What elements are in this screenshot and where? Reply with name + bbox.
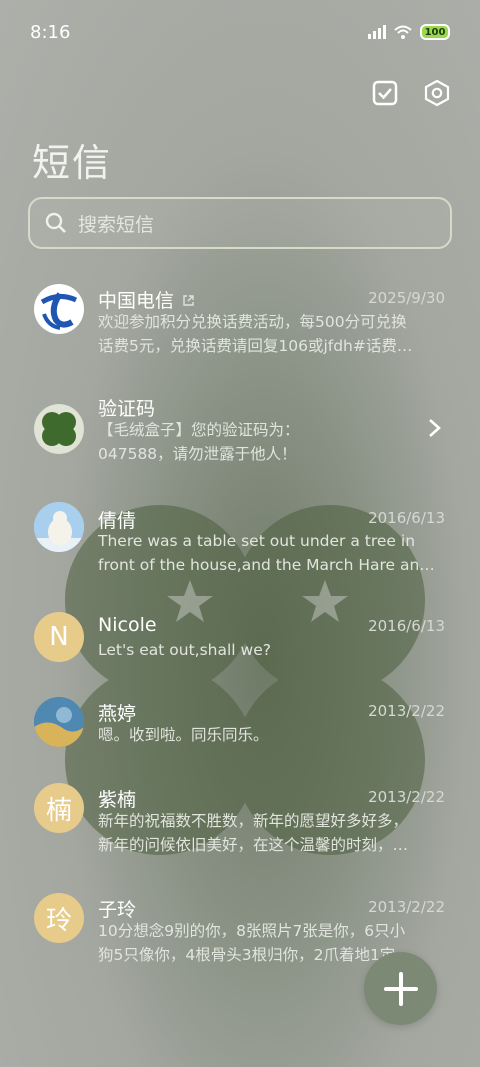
avatar: 楠 <box>34 783 84 833</box>
message-date: 2025/9/30 <box>368 289 445 307</box>
select-button[interactable] <box>370 78 400 108</box>
contact-name: 燕婷 <box>98 703 137 725</box>
preview-line: Let's eat out,shall we? <box>98 641 271 659</box>
preview-line: 欢迎参加积分兑换话费活动，每500分可兑换 <box>98 313 407 331</box>
avatar <box>34 284 84 334</box>
message-date: 2013/2/22 <box>368 702 445 720</box>
page-title: 短信 <box>32 141 113 185</box>
preview-line: 【毛绒盒子】您的验证码为： <box>98 421 300 439</box>
clover-avatar-image <box>34 404 84 454</box>
conversation-item[interactable]: 验证码 【毛绒盒子】您的验证码为： 047588，请勿泄露于他人！ <box>0 392 480 482</box>
avatar <box>34 502 84 552</box>
message-date: 2016/6/13 <box>368 617 445 635</box>
avatar: 玲 <box>34 893 84 943</box>
preview-line: 嗯。收到啦。同乐同乐。 <box>98 726 269 744</box>
chevron-right-icon[interactable] <box>424 418 444 438</box>
checkbox-icon <box>372 80 398 106</box>
preview-line: 新年的问候依旧美好，在这个温馨的时刻，… <box>98 836 409 854</box>
status-bar: 8:16 100 <box>0 0 480 64</box>
status-icons: 100 <box>368 24 450 40</box>
signal-icon <box>368 25 386 39</box>
preview-line: 话费5元，兑换话费请回复106或jfdh#话费… <box>98 337 413 355</box>
preview-line: There was a table set out under a tree i… <box>98 532 416 550</box>
photo-avatar-image <box>34 697 84 747</box>
status-time: 8:16 <box>30 21 71 43</box>
china-telecom-logo-icon <box>35 285 83 333</box>
contact-name: 中国电信 <box>98 286 195 313</box>
avatar: N <box>34 612 84 662</box>
contact-name: 验证码 <box>98 398 156 420</box>
battery-icon: 100 <box>420 24 450 40</box>
preview-line: 047588，请勿泄露于他人！ <box>98 445 297 463</box>
polar-bear-avatar-image <box>34 502 84 552</box>
preview-line: front of the house,and the March Hare an… <box>98 556 435 574</box>
header-actions <box>370 78 452 108</box>
contact-name: 紫楠 <box>98 789 137 811</box>
settings-icon <box>424 79 450 107</box>
conversation-item[interactable]: 楠 紫楠 2013/2/22 新年的祝福数不胜数，新年的愿望好多好多， 新年的问… <box>0 783 480 873</box>
message-date: 2016/6/13 <box>368 509 445 527</box>
external-link-icon <box>183 295 194 306</box>
message-date: 2013/2/22 <box>368 898 445 916</box>
conversation-item[interactable]: 中国电信 2025/9/30 欢迎参加积分兑换话费活动，每500分可兑换 话费5… <box>0 278 480 374</box>
preview-line: 新年的祝福数不胜数，新年的愿望好多好多， <box>98 812 409 830</box>
contact-name-text: 中国电信 <box>98 290 175 312</box>
conversation-item[interactable]: N Nicole 2016/6/13 Let's eat out,shall w… <box>0 612 480 672</box>
message-date: 2013/2/22 <box>368 788 445 806</box>
search-icon <box>45 212 66 233</box>
contact-name: Nicole <box>98 614 157 636</box>
search-placeholder: 搜索短信 <box>78 213 155 236</box>
avatar <box>34 697 84 747</box>
message-preview: 新年的祝福数不胜数，新年的愿望好多好多， 新年的问候依旧美好，在这个温馨的时刻，… <box>98 809 446 857</box>
message-preview: There was a table set out under a tree i… <box>98 529 446 577</box>
avatar <box>34 404 84 454</box>
contact-name: 子玲 <box>98 899 137 921</box>
message-preview: Let's eat out,shall we? <box>98 638 446 662</box>
plus-icon <box>383 971 418 1006</box>
message-preview: 【毛绒盒子】您的验证码为： 047588，请勿泄露于他人！ <box>98 418 398 466</box>
message-preview: 嗯。收到啦。同乐同乐。 <box>98 723 446 747</box>
settings-button[interactable] <box>422 78 452 108</box>
compose-button[interactable] <box>364 952 437 1025</box>
conversation-item[interactable]: 燕婷 2013/2/22 嗯。收到啦。同乐同乐。 <box>0 697 480 757</box>
conversation-item[interactable]: 倩倩 2016/6/13 There was a table set out u… <box>0 502 480 592</box>
battery-level: 100 <box>424 26 446 38</box>
search-input[interactable]: 搜索短信 <box>28 197 452 249</box>
message-preview: 欢迎参加积分兑换话费活动，每500分可兑换 话费5元，兑换话费请回复106或jf… <box>98 310 446 358</box>
preview-line: 10分想念9别的你，8张照片7张是你，6只小 <box>98 922 406 940</box>
wifi-icon <box>394 25 412 39</box>
